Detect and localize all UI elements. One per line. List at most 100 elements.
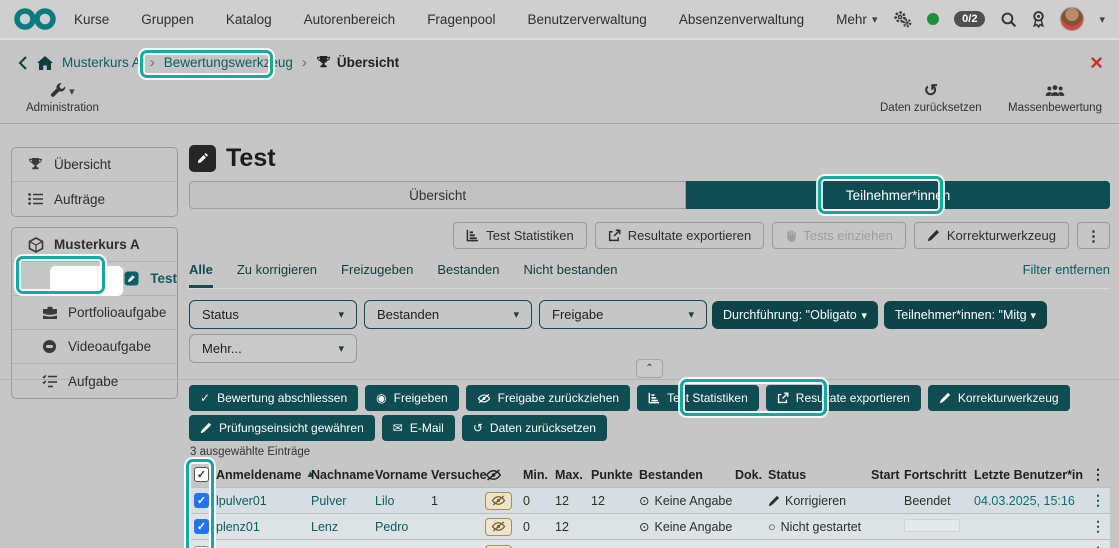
- bestanden-dropdown[interactable]: Bestanden ▾: [364, 300, 532, 329]
- bulk-assessment-button[interactable]: Massenbewertung: [1008, 82, 1102, 114]
- mehr-dropdown[interactable]: Mehr... ▾: [189, 334, 357, 363]
- dots-vertical-icon: ⋮: [1086, 227, 1101, 245]
- breadcrumb-tool[interactable]: Bewertungswerkzeug: [164, 55, 293, 70]
- sidebar-item-portfolioaufgabe[interactable]: Portfolioaufgabe: [12, 296, 177, 330]
- home-icon[interactable]: [37, 55, 53, 70]
- wrench-icon: [50, 83, 66, 99]
- anonymous-eye-slash-badge: [485, 517, 512, 536]
- cell-nachname[interactable]: Lenz: [311, 520, 375, 534]
- freigabe-zurueckziehen-button[interactable]: Freigabe zurückziehen: [465, 385, 631, 411]
- col-fortschritt[interactable]: Fortschritt: [904, 468, 974, 482]
- filter-tab-freizugeben[interactable]: Freizugeben: [341, 262, 413, 288]
- durchfuehrung-filter-chip[interactable]: Durchführung: "Obligatorisc..."▾: [712, 301, 878, 329]
- korrekturwerkzeug-action-button[interactable]: Korrekturwerkzeug: [927, 385, 1070, 411]
- notification-counter-badge[interactable]: 0/2: [954, 11, 986, 27]
- test-statistiken-action-button[interactable]: Test Statistiken: [637, 385, 759, 411]
- assessment-medal-icon[interactable]: [1032, 10, 1045, 28]
- col-punkte[interactable]: Punkte: [591, 468, 639, 482]
- divider: [0, 379, 1119, 380]
- filter-tab-nicht-bestanden[interactable]: Nicht bestanden: [524, 262, 618, 288]
- sidebar-item-test[interactable]: Test: [12, 262, 177, 296]
- table-row[interactable]: ✓ plenz01 Lenz Pedro 0 12 ⊙ Keine Angabe …: [189, 513, 1110, 539]
- filter-tab-bestanden[interactable]: Bestanden: [437, 262, 499, 288]
- col-status[interactable]: Status: [768, 468, 871, 482]
- row-actions-dots-icon[interactable]: ⋮: [1086, 518, 1110, 535]
- menu-benutzerverwaltung[interactable]: Benutzerverwaltung: [528, 12, 647, 27]
- row-checkbox[interactable]: ✓: [194, 493, 209, 508]
- cell-login[interactable]: lpulver01: [216, 494, 311, 508]
- teilnehmer-filter-chip[interactable]: Teilnehmer*innen: "Mitglied"▾: [884, 301, 1047, 329]
- reset-data-button[interactable]: ↺ Daten zurücksetzen: [880, 81, 982, 114]
- collapse-filters-button[interactable]: ⌃: [636, 359, 663, 378]
- row-actions-dots-icon[interactable]: ⋮: [1086, 544, 1110, 548]
- col-letzte-benutzerin[interactable]: Letzte Benutzer*in: [974, 468, 1086, 482]
- col-anmeldename[interactable]: Anmeldename ▲: [216, 468, 315, 482]
- table-row-partial[interactable]: ⊙ ○ ⋮: [189, 539, 1110, 548]
- more-actions-button[interactable]: ⋮: [1077, 222, 1110, 249]
- korrekturwerkzeug-button[interactable]: Korrekturwerkzeug: [913, 222, 1069, 249]
- settings-gears-icon[interactable]: [892, 10, 912, 28]
- menu-gruppen[interactable]: Gruppen: [141, 12, 194, 27]
- main-content: Test Übersicht Teilnehmer*innen Test Sta…: [0, 140, 1119, 548]
- bewertung-abschliessen-button[interactable]: ✓ Bewertung abschliessen: [189, 385, 359, 411]
- row-actions-dots-icon[interactable]: ⋮: [1086, 492, 1110, 509]
- daten-zuruecksetzen-button[interactable]: ↺ Daten zurücksetzen: [461, 415, 607, 441]
- administration-button[interactable]: ▾ Administration: [26, 82, 99, 114]
- sidebar-item-videoaufgabe[interactable]: Videoaufgabe: [12, 330, 177, 364]
- cell-status[interactable]: Korrigieren: [768, 494, 871, 508]
- col-anonym-eye-slash-icon[interactable]: [485, 468, 523, 481]
- search-icon[interactable]: [1000, 11, 1017, 28]
- select-all-checkbox[interactable]: ✓: [194, 467, 209, 482]
- online-status-icon: [927, 13, 940, 25]
- resultate-exportieren-action-button[interactable]: Resultate exportieren: [765, 385, 921, 411]
- email-button[interactable]: ✉ E-Mail: [381, 415, 455, 441]
- filter-entfernen-link[interactable]: Filter entfernen: [1023, 262, 1110, 288]
- col-versuche[interactable]: Versuche: [431, 468, 487, 482]
- cell-vorname[interactable]: Lilo: [375, 494, 431, 508]
- sidebar-item-musterkurs[interactable]: Musterkurs A: [12, 228, 177, 262]
- sidebar-item-aufgabe[interactable]: Aufgabe: [12, 364, 177, 398]
- cell-status[interactable]: ○ Nicht gestartet: [768, 520, 871, 534]
- menu-absenzenverwaltung[interactable]: Absenzenverwaltung: [679, 12, 804, 27]
- sidebar-item-uebersicht[interactable]: Übersicht: [12, 148, 177, 182]
- back-chevron-icon[interactable]: [18, 55, 28, 71]
- table-settings-dots-icon[interactable]: ⋮: [1086, 466, 1110, 483]
- status-dropdown[interactable]: Status ▾: [189, 300, 357, 329]
- freigeben-button[interactable]: ◉ Freigeben: [365, 385, 459, 411]
- openolat-logo-icon[interactable]: [14, 7, 56, 31]
- sidebar-item-auftraege[interactable]: Aufträge: [12, 182, 177, 216]
- breadcrumb-course[interactable]: Musterkurs A: [62, 55, 141, 70]
- cell-login[interactable]: plenz01: [216, 520, 311, 534]
- menu-katalog[interactable]: Katalog: [226, 12, 272, 27]
- col-dok[interactable]: Dok.: [735, 468, 768, 482]
- user-avatar[interactable]: [1060, 7, 1085, 31]
- close-icon[interactable]: ×: [1090, 52, 1103, 74]
- filter-tab-alle[interactable]: Alle: [189, 262, 213, 288]
- menu-mehr[interactable]: Mehr ▾: [836, 12, 877, 27]
- resultate-exportieren-button[interactable]: Resultate exportieren: [594, 222, 765, 249]
- col-max[interactable]: Max.: [555, 468, 591, 482]
- tab-uebersicht[interactable]: Übersicht: [189, 181, 687, 209]
- freigabe-dropdown[interactable]: Freigabe ▾: [539, 300, 707, 329]
- menu-fragenpool[interactable]: Fragenpool: [427, 12, 495, 27]
- col-start[interactable]: Start: [871, 468, 904, 482]
- col-min[interactable]: Min.: [523, 468, 555, 482]
- main-menu: Kurse Gruppen Katalog Autorenbereich Fra…: [74, 12, 877, 27]
- test-statistiken-button[interactable]: Test Statistiken: [453, 222, 587, 249]
- col-bestanden[interactable]: Bestanden: [639, 468, 735, 482]
- user-caret-down-icon[interactable]: ▾: [1099, 13, 1105, 26]
- filter-tab-zu-korrigieren[interactable]: Zu korrigieren: [237, 262, 317, 288]
- cell-vorname[interactable]: Pedro: [375, 520, 431, 534]
- row-checkbox[interactable]: ✓: [194, 519, 209, 534]
- cell-bestanden: ⊙ Keine Angabe: [639, 493, 733, 509]
- cell-letzte-benutzerin[interactable]: 04.03.2025, 15:16: [974, 494, 1086, 508]
- col-vorname[interactable]: Vorname: [375, 468, 431, 482]
- caret-down-icon: ▾: [338, 343, 344, 355]
- menu-kurse[interactable]: Kurse: [74, 12, 109, 27]
- tab-teilnehmerinnen[interactable]: Teilnehmer*innen: [686, 181, 1110, 209]
- menu-autorenbereich[interactable]: Autorenbereich: [304, 12, 396, 27]
- pruefungseinsicht-button[interactable]: Prüfungseinsicht gewähren: [189, 415, 375, 441]
- col-nachname[interactable]: Nachname: [311, 468, 375, 482]
- table-row[interactable]: ✓ lpulver01 Pulver Lilo 1 0 12 12 ⊙ Keine…: [189, 487, 1110, 513]
- cell-nachname[interactable]: Pulver: [311, 494, 375, 508]
